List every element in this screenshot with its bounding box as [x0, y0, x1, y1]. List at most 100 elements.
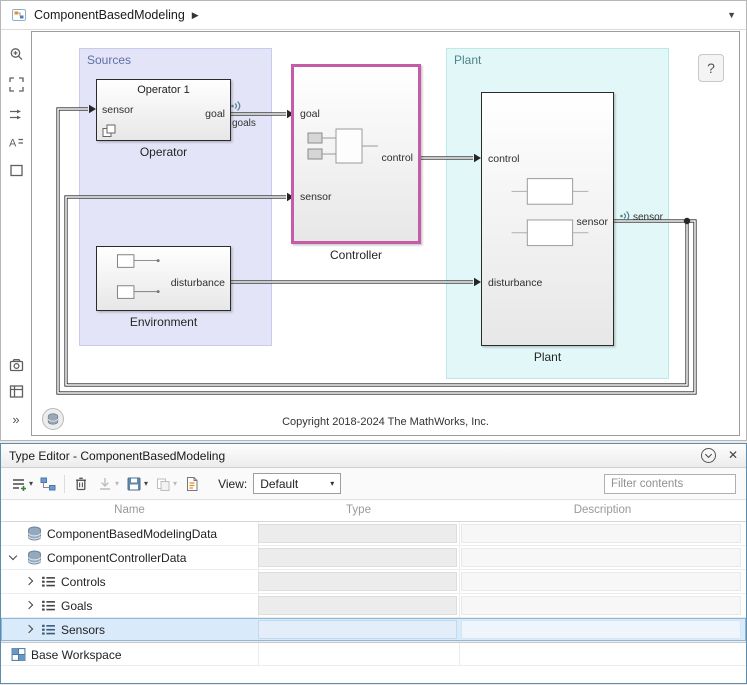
type-cell[interactable] — [258, 572, 457, 591]
row-name: Goals — [61, 599, 92, 613]
model-data-badge[interactable] — [42, 408, 64, 430]
table-row-controls[interactable]: Controls — [1, 570, 746, 594]
model-data-table-icon[interactable] — [7, 383, 25, 401]
view-dropdown[interactable]: Default ▾ — [253, 473, 341, 494]
bus-element-icon — [41, 598, 56, 613]
row-name: Controls — [61, 575, 106, 589]
row-name: ComponentControllerData — [47, 551, 186, 565]
trash-icon — [72, 475, 90, 493]
table-row-componentcontrollerdata[interactable]: ComponentControllerData — [1, 546, 746, 570]
type-cell[interactable] — [258, 548, 457, 567]
sensor-logging-badge-icon[interactable] — [618, 208, 631, 221]
operator-block[interactable]: Operator 1 sensor goal — [96, 79, 231, 141]
controller-out-port-label: control — [381, 152, 413, 164]
insert-entry-button[interactable] — [37, 472, 59, 496]
breadcrumb-model-name[interactable]: ComponentBasedModeling — [34, 8, 185, 22]
chevron-collapsed-icon[interactable] — [25, 625, 33, 633]
copyright-annotation: Copyright 2018-2024 The MathWorks, Inc. — [32, 416, 739, 428]
type-cell[interactable] — [258, 524, 457, 543]
caret-down-icon: ▾ — [144, 479, 148, 488]
simulink-editor-window: ComponentBasedModeling ▶ ▼ A — [0, 0, 747, 441]
plant-block-caption: Plant — [481, 350, 614, 364]
table-row-sensors[interactable]: Sensors — [1, 618, 746, 642]
description-cell[interactable] — [461, 620, 741, 639]
chevron-collapsed-icon[interactable] — [25, 577, 33, 585]
signal-arrows-icon[interactable] — [7, 106, 25, 124]
help-button[interactable]: ? — [698, 54, 724, 82]
import-button[interactable]: ▾ — [94, 472, 121, 496]
plant-in-disturbance-port-label: disturbance — [488, 277, 542, 289]
sensor-signal-label[interactable]: sensor — [633, 212, 663, 223]
add-entry-button[interactable]: ▾ — [8, 472, 35, 496]
goals-signal-label[interactable]: goals — [232, 118, 256, 129]
table-row-goals[interactable]: Goals — [1, 594, 746, 618]
save-icon — [125, 475, 143, 493]
environment-block[interactable]: disturbance — [96, 246, 231, 311]
controller-block[interactable]: goal sensor control — [291, 64, 421, 244]
type-cell[interactable] — [258, 596, 457, 615]
plant-block[interactable]: control disturbance sensor — [481, 92, 614, 346]
operator-out-port-label: goal — [205, 108, 225, 120]
caret-down-icon: ▾ — [115, 479, 119, 488]
row-name: Sensors — [61, 623, 105, 637]
import-icon — [96, 475, 114, 493]
table-row-base-workspace[interactable]: Base Workspace — [1, 642, 746, 666]
breadcrumb-dropdown-icon[interactable]: ▼ — [727, 10, 736, 20]
tool-palette: A » — [1, 31, 31, 440]
controller-in-goal-port-label: goal — [300, 108, 320, 120]
chevron-expanded-icon[interactable] — [9, 552, 17, 560]
breadcrumb: ComponentBasedModeling ▶ ▼ — [1, 1, 746, 30]
column-header-name[interactable]: Name — [1, 504, 258, 516]
database-icon — [27, 526, 42, 541]
model-canvas[interactable]: Sources Plant — [31, 31, 740, 436]
insert-entry-icon — [39, 475, 57, 493]
controller-in-sensor-port-label: sensor — [300, 191, 332, 203]
bus-element-icon — [41, 574, 56, 589]
operator-block-caption: Operator — [96, 145, 231, 159]
controller-block-caption: Controller — [291, 248, 421, 262]
operator-in-port-label: sensor — [102, 104, 134, 116]
report-button[interactable] — [181, 472, 203, 496]
column-header-type[interactable]: Type — [258, 504, 459, 516]
export-button[interactable]: ▾ — [152, 472, 179, 496]
view-label: View: — [218, 477, 247, 491]
collapse-panel-button[interactable] — [701, 448, 716, 463]
table-row-componentbasedmodelingdata[interactable]: ComponentBasedModelingData — [1, 522, 746, 546]
filter-input[interactable] — [604, 474, 736, 494]
operator-block-title: Operator 1 — [97, 84, 230, 96]
svg-text:A: A — [9, 138, 17, 150]
delete-button[interactable] — [70, 472, 92, 496]
description-cell[interactable] — [461, 596, 741, 615]
plant-out-port-label: sensor — [576, 216, 608, 228]
toolbar-separator — [64, 475, 65, 493]
expand-palette-icon[interactable]: » — [7, 411, 25, 429]
close-panel-button[interactable]: ✕ — [728, 448, 738, 462]
row-name: Base Workspace — [31, 648, 122, 662]
description-cell[interactable] — [461, 524, 741, 543]
caret-down-icon: ▾ — [29, 479, 33, 488]
viewmark-icon[interactable] — [7, 357, 25, 375]
plant-in-control-port-label: control — [488, 153, 520, 165]
fit-to-view-icon[interactable] — [7, 76, 25, 94]
description-cell[interactable] — [461, 548, 741, 567]
view-dropdown-value: Default — [260, 477, 330, 491]
breadcrumb-arrow-icon: ▶ — [192, 10, 199, 21]
chevron-collapsed-icon[interactable] — [25, 601, 33, 609]
goals-logging-badge-icon[interactable] — [229, 98, 242, 111]
type-editor-titlebar: Type Editor - ComponentBasedModeling ✕ — [1, 444, 746, 468]
model-icon — [11, 7, 27, 23]
bus-element-icon — [41, 622, 56, 637]
export-icon — [154, 475, 172, 493]
save-button[interactable]: ▾ — [123, 472, 150, 496]
table-body: ComponentBasedModelingData ComponentCont… — [1, 522, 746, 666]
caret-down-icon: ▾ — [173, 479, 177, 488]
model-reference-badge-icon — [102, 124, 116, 138]
column-header-description[interactable]: Description — [459, 504, 746, 516]
zoom-icon[interactable] — [7, 46, 25, 64]
area-icon[interactable] — [7, 162, 25, 180]
type-cell[interactable] — [258, 620, 457, 639]
row-name: ComponentBasedModelingData — [47, 527, 217, 541]
annotation-icon[interactable]: A — [7, 134, 25, 152]
description-cell[interactable] — [461, 572, 741, 591]
environment-out-port-label: disturbance — [171, 277, 225, 289]
